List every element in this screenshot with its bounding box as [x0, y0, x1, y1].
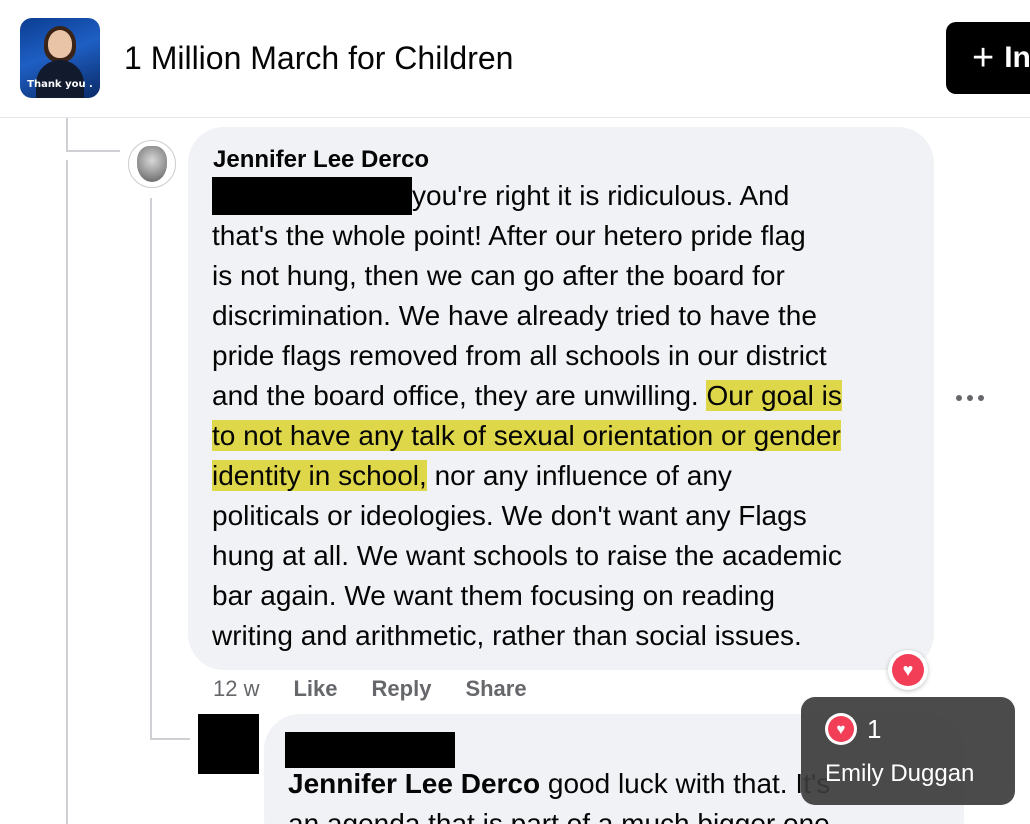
highlighted-text: identity in school, — [212, 460, 427, 491]
comment-line: hung at all. We want schools to raise th… — [212, 540, 842, 571]
crest-icon — [137, 146, 167, 182]
comment-line: politicals or ideologies. We don't want … — [212, 500, 807, 531]
reply-line: an agenda that is part of a much bigger … — [288, 808, 830, 824]
comment-author[interactable]: Jennifer Lee Derco — [213, 146, 429, 174]
reply-line-text: good luck with that. It's — [540, 768, 831, 799]
plus-icon: + — [972, 37, 995, 79]
thread-line-outer — [66, 118, 68, 152]
comment-line: you're right it is ridiculous. And — [212, 176, 922, 216]
love-reaction-badge[interactable]: ♥ — [888, 650, 928, 690]
thread-line-reply-curve — [150, 738, 190, 740]
heart-icon: ♥ — [892, 654, 924, 686]
share-button[interactable]: Share — [465, 676, 526, 702]
love-reaction-icon: ♥ — [825, 713, 857, 745]
comment-line: bar again. We want them focusing on read… — [212, 580, 775, 611]
facebook-comment-view: Thank you . 1 Million March for Children… — [0, 0, 1030, 824]
comment-actions: 12 w Like Reply Share — [213, 676, 561, 702]
heart-icon: ♥ — [828, 716, 854, 742]
redacted-reply-avatar — [198, 714, 259, 774]
thread-line-left — [66, 160, 68, 824]
highlighted-text: Our goal is — [706, 380, 842, 411]
invite-label: In — [1004, 41, 1030, 74]
redacted-mention — [212, 177, 412, 215]
reply-button[interactable]: Reply — [372, 676, 432, 702]
comment-line-text: nor any influence of any — [426, 460, 732, 491]
invite-button[interactable]: + In — [946, 22, 1030, 94]
comment-line: that's the whole point! After our hetero… — [212, 220, 806, 251]
dot — [956, 395, 962, 401]
reply-mention[interactable]: Jennifer Lee Derco — [288, 768, 540, 799]
comment-body: you're right it is ridiculous. And that'… — [212, 176, 922, 656]
reaction-tooltip: ♥ 1 Emily Duggan — [801, 697, 1015, 805]
reaction-count: 1 — [867, 714, 882, 744]
avatar-caption: Thank you . — [27, 79, 93, 90]
comment-line-text: you're right it is ridiculous. And — [412, 180, 790, 211]
dot — [978, 395, 984, 401]
like-button[interactable]: Like — [293, 676, 337, 702]
thread-line-outer-curve — [66, 150, 120, 152]
comment-timestamp[interactable]: 12 w — [213, 676, 259, 702]
avatar-figure-face — [48, 30, 72, 58]
redacted-reply-author — [285, 732, 455, 768]
thread-line-comment — [150, 198, 152, 738]
comment-line: to not have any talk of sexual orientati… — [212, 416, 922, 456]
comment-line: and the board office, they are unwilling… — [212, 376, 922, 416]
group-header: Thank you . 1 Million March for Children… — [0, 0, 1030, 118]
more-options-icon[interactable] — [956, 388, 990, 408]
dot — [967, 395, 973, 401]
highlighted-text: to not have any talk of sexual orientati… — [212, 420, 841, 451]
comment-line: is not hung, then we can go after the bo… — [212, 260, 785, 291]
comment-line-text: and the board office, they are unwilling… — [212, 380, 707, 411]
comment-line: discrimination. We have already tried to… — [212, 300, 817, 331]
comment-line: pride flags removed from all schools in … — [212, 340, 827, 371]
reactor-name: Emily Duggan — [825, 760, 975, 787]
comment-line: writing and arithmetic, rather than soci… — [212, 620, 802, 651]
group-avatar[interactable]: Thank you . — [20, 18, 100, 98]
group-title[interactable]: 1 Million March for Children — [124, 40, 513, 77]
comment-line: identity in school, nor any influence of… — [212, 456, 922, 496]
commenter-avatar[interactable] — [128, 140, 176, 188]
